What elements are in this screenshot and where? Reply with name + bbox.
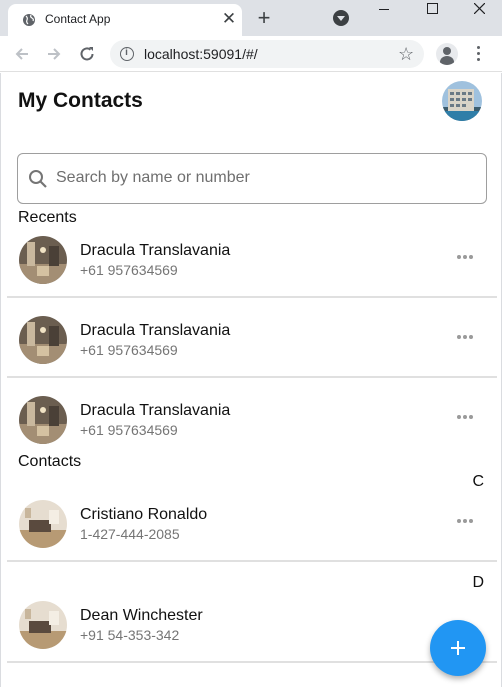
contact-name: Dracula Translavania bbox=[80, 242, 231, 259]
contact-name: Dean Winchester bbox=[80, 607, 203, 624]
globe-icon bbox=[23, 14, 35, 26]
contact-number: +61 957634569 bbox=[80, 342, 178, 358]
address-bar[interactable]: localhost:59091/#/ ☆ bbox=[110, 40, 424, 68]
plus-icon[interactable]: + bbox=[253, 6, 275, 30]
contact-name: Cristiano Ronaldo bbox=[80, 506, 208, 523]
contact-name: Dracula Translavania bbox=[80, 322, 231, 339]
reload-icon[interactable] bbox=[77, 44, 97, 64]
search-input[interactable] bbox=[56, 165, 476, 191]
recents-heading: Recents bbox=[18, 209, 77, 226]
more-options-icon[interactable] bbox=[457, 514, 475, 528]
contact-avatar bbox=[19, 396, 67, 444]
contact-number: +61 957634569 bbox=[80, 262, 178, 278]
star-icon[interactable]: ☆ bbox=[398, 44, 414, 64]
contact-avatar bbox=[19, 500, 67, 548]
browser-window: Contact App ✕ + localhost:59091/#/ ☆ bbox=[0, 0, 502, 687]
tab-strip: Contact App ✕ + bbox=[0, 0, 502, 36]
maximize-icon[interactable] bbox=[409, 0, 455, 18]
browser-tab[interactable]: Contact App ✕ bbox=[8, 4, 242, 36]
more-options-icon[interactable] bbox=[457, 250, 475, 264]
contact-avatar bbox=[19, 601, 67, 649]
minimize-icon[interactable] bbox=[361, 0, 407, 18]
recent-row[interactable]: Dracula Translavania +61 957634569 bbox=[7, 310, 497, 378]
window-close-icon[interactable] bbox=[456, 0, 502, 18]
forward-arrow-icon[interactable] bbox=[44, 44, 64, 64]
menu-icon[interactable] bbox=[477, 46, 481, 62]
contact-avatar bbox=[19, 236, 67, 284]
close-icon[interactable]: ✕ bbox=[220, 10, 238, 28]
page-title: My Contacts bbox=[18, 89, 143, 112]
recent-row[interactable]: Dracula Translavania +61 957634569 bbox=[7, 230, 497, 298]
search-field[interactable] bbox=[17, 153, 487, 204]
url-text[interactable]: localhost:59091/#/ bbox=[144, 46, 258, 62]
user-avatar[interactable] bbox=[442, 81, 482, 121]
contact-row[interactable]: Cristiano Ronaldo 1-427-444-2085 bbox=[7, 494, 497, 562]
more-options-icon[interactable] bbox=[457, 410, 475, 424]
contact-number: +91 54-353-342 bbox=[80, 627, 180, 643]
more-options-icon[interactable] bbox=[457, 330, 475, 344]
back-arrow-icon[interactable] bbox=[12, 44, 32, 64]
contact-number: +61 957634569 bbox=[80, 422, 178, 438]
contact-avatar bbox=[19, 316, 67, 364]
contact-name: Dracula Translavania bbox=[80, 402, 231, 419]
profile-icon[interactable] bbox=[436, 43, 458, 65]
letter-header: D bbox=[472, 574, 484, 591]
app-content: My Contacts Recents bbox=[0, 73, 502, 687]
letter-header: C bbox=[472, 473, 484, 490]
browser-toolbar: localhost:59091/#/ ☆ bbox=[0, 36, 502, 72]
search-icon bbox=[29, 170, 47, 188]
contact-row[interactable]: Dean Winchester +91 54-353-342 bbox=[7, 595, 497, 663]
info-icon[interactable] bbox=[120, 47, 134, 61]
contact-number: 1-427-444-2085 bbox=[80, 526, 180, 542]
tab-search-icon[interactable] bbox=[333, 10, 349, 26]
contacts-heading: Contacts bbox=[18, 453, 82, 470]
add-contact-button[interactable] bbox=[430, 620, 486, 676]
recent-row[interactable]: Dracula Translavania +61 957634569 bbox=[7, 390, 497, 458]
tab-title: Contact App bbox=[45, 12, 111, 26]
